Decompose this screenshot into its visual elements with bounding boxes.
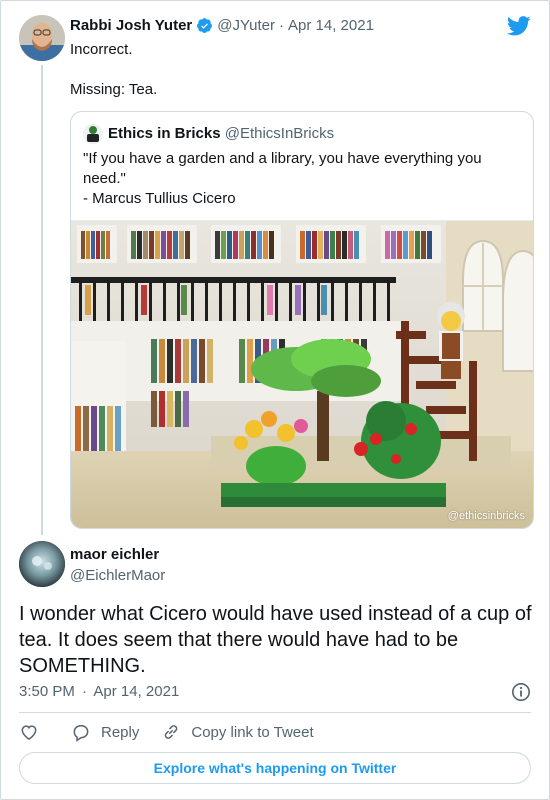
- quoted-tweet-header: Ethics in Bricks @EthicsInBricks: [108, 125, 334, 142]
- lego-library-garden-image: [71, 221, 533, 528]
- image-watermark: @ethicsinbricks: [447, 510, 525, 522]
- divider: [19, 712, 531, 713]
- heart-icon: [21, 725, 37, 740]
- tweet-date[interactable]: Apr 14, 2021: [288, 17, 374, 34]
- author-name[interactable]: Rabbi Josh Yuter: [70, 17, 192, 34]
- header-separator: ·: [279, 17, 285, 34]
- author-handle[interactable]: @JYuter: [217, 17, 275, 34]
- quoted-tweet[interactable]: Ethics in Bricks @EthicsInBricks "If you…: [70, 111, 534, 529]
- copy-link-button[interactable]: Copy link to Tweet: [161, 722, 314, 742]
- explore-twitter-button[interactable]: Explore what's happening on Twitter: [19, 752, 531, 784]
- author-avatar[interactable]: [19, 15, 65, 61]
- reply-text: I wonder what Cicero would have used ins…: [19, 603, 532, 677]
- reply-timestamp[interactable]: 3:50 PM · Apr 14, 2021: [19, 683, 179, 700]
- quoted-author-name: Ethics in Bricks: [108, 125, 221, 142]
- quoted-author-avatar: [83, 124, 103, 144]
- tweet-header: Rabbi Josh Yuter @JYuter · Apr 14, 2021: [70, 17, 374, 34]
- reply-author-avatar[interactable]: [19, 541, 65, 587]
- like-button[interactable]: [19, 722, 49, 742]
- link-icon: [165, 725, 178, 739]
- reply-author-handle[interactable]: @EichlerMaor: [70, 567, 165, 584]
- copy-link-label: Copy link to Tweet: [191, 723, 314, 741]
- quoted-tweet-text: "If you have a garden and a library, you…: [83, 150, 482, 207]
- info-icon[interactable]: [511, 682, 531, 702]
- quoted-tweet-image[interactable]: @ethicsinbricks: [71, 220, 533, 528]
- quoted-author-handle: @EthicsInBricks: [224, 125, 335, 142]
- tweet-text: Incorrect. Missing: Tea.: [70, 41, 158, 98]
- reply-time: 3:50 PM: [19, 683, 75, 700]
- embedded-tweet-card: Rabbi Josh Yuter @JYuter · Apr 14, 2021 …: [0, 0, 550, 800]
- reply-date: Apr 14, 2021: [93, 683, 180, 700]
- reply-button-label: Reply: [101, 723, 140, 741]
- reply-button[interactable]: Reply: [71, 722, 139, 742]
- reply-separator: ·: [82, 683, 88, 700]
- tweet-actions: Reply Copy link to Tweet: [19, 721, 336, 743]
- thread-connector-line: [41, 65, 43, 535]
- verified-badge-icon: [196, 17, 213, 34]
- reply-author-name[interactable]: maor eichler: [70, 546, 159, 563]
- reply-icon: [73, 725, 89, 742]
- twitter-bird-icon[interactable]: [506, 16, 531, 36]
